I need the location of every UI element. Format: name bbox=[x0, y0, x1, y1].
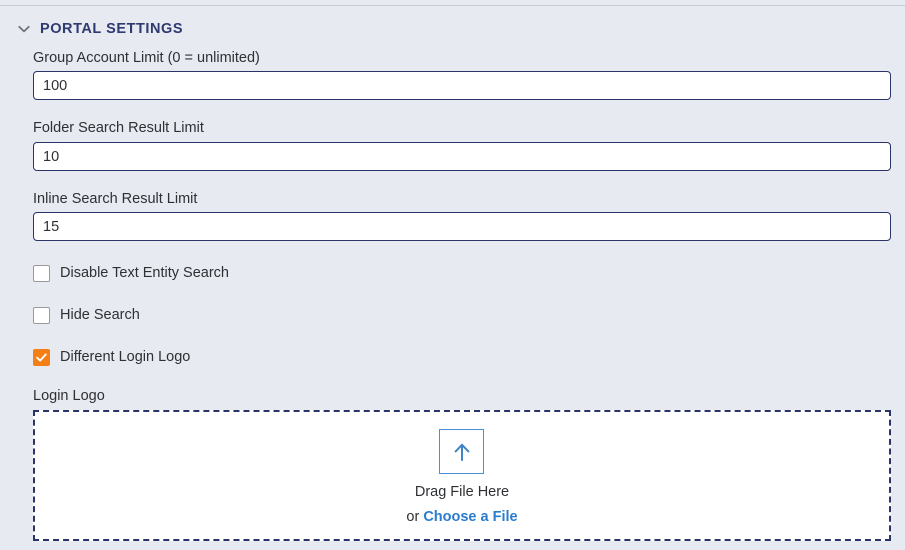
choose-file-line: or Choose a File bbox=[406, 509, 517, 525]
group-account-limit-label: Group Account Limit (0 = unlimited) bbox=[33, 50, 260, 66]
drag-file-here-text: Drag File Here bbox=[414, 484, 510, 500]
different-login-logo-label: Different Login Logo bbox=[60, 349, 191, 365]
or-text: or bbox=[406, 509, 424, 525]
portal-settings-panel: PORTAL SETTINGS Group Account Limit (0 =… bbox=[0, 0, 905, 550]
group-account-limit-input[interactable] bbox=[33, 71, 891, 100]
choose-a-file-link[interactable]: Choose a File bbox=[423, 509, 517, 525]
dropzone-content: Drag File Here or Choose a File bbox=[406, 429, 518, 525]
disable-text-entity-search-label: Disable Text Entity Search bbox=[60, 265, 229, 281]
portal-settings-section-header[interactable]: PORTAL SETTINGS bbox=[14, 18, 183, 40]
hide-search-checkbox[interactable] bbox=[33, 306, 50, 324]
folder-search-result-limit-label: Folder Search Result Limit bbox=[33, 120, 204, 136]
login-logo-dropzone[interactable]: Drag File Here or Choose a File bbox=[33, 410, 891, 541]
section-title: PORTAL SETTINGS bbox=[40, 21, 184, 37]
upload-arrow-icon[interactable] bbox=[439, 429, 485, 474]
hide-search-row[interactable]: Hide Search bbox=[33, 305, 140, 325]
folder-search-result-limit-input[interactable] bbox=[33, 142, 891, 171]
hide-search-label: Hide Search bbox=[60, 307, 140, 323]
disable-text-entity-search-row[interactable]: Disable Text Entity Search bbox=[33, 263, 229, 283]
disable-text-entity-search-checkbox[interactable] bbox=[33, 264, 50, 282]
inline-search-result-limit-input[interactable] bbox=[33, 212, 891, 241]
login-logo-label: Login Logo bbox=[33, 388, 105, 404]
different-login-logo-row[interactable]: Different Login Logo bbox=[33, 347, 190, 367]
different-login-logo-checkbox[interactable] bbox=[33, 348, 50, 366]
inline-search-result-limit-label: Inline Search Result Limit bbox=[33, 191, 198, 207]
chevron-down-icon[interactable] bbox=[14, 19, 34, 39]
section-divider bbox=[0, 5, 905, 6]
